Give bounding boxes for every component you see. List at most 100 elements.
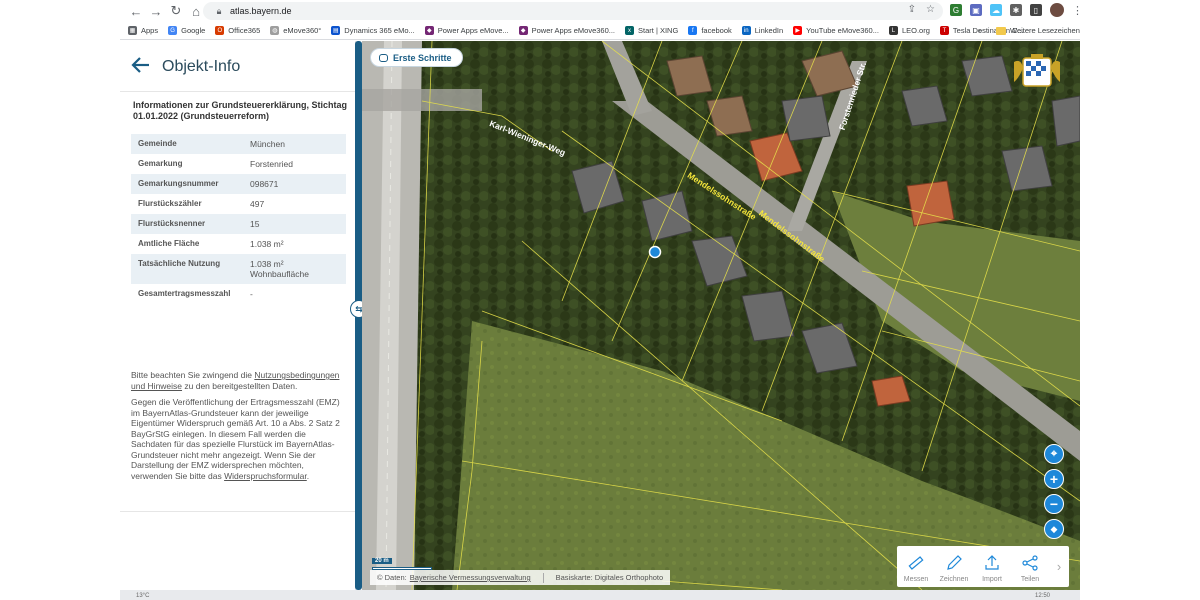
leo-icon: L	[888, 26, 898, 35]
bookmark-label: Start | XING	[638, 26, 679, 35]
draw-tool-label: Zeichnen	[939, 576, 969, 583]
reload-icon: ↻	[170, 3, 182, 18]
profile-avatar[interactable]	[1050, 3, 1064, 17]
attribution-link[interactable]: Bayerische Vermessungsverwaltung	[410, 573, 531, 582]
notice-text-part: .	[306, 470, 310, 481]
table-row: Gesamtertragsmesszahl -	[131, 284, 346, 304]
extension-icon[interactable]: ▣	[970, 4, 982, 16]
arrow-right-icon: →	[149, 3, 163, 19]
share-icon[interactable]: ⇪	[908, 4, 916, 15]
bookmark-label: eMove360°	[283, 26, 322, 35]
globe-icon: ◍	[270, 26, 280, 35]
other-bookmarks[interactable]: Weitere Lesezeichen	[996, 26, 1080, 35]
attribution-separator	[542, 572, 544, 583]
scale-bar: 20 m	[372, 558, 432, 570]
first-steps-button[interactable]: Erste Schritte	[370, 48, 463, 67]
bookmark-label: YouTube eMove360...	[806, 26, 879, 35]
weather-widget[interactable]: 13°C	[136, 593, 149, 599]
bavaria-coat-of-arms-icon	[1014, 54, 1060, 87]
bookmark-item[interactable]: ◆ Power Apps eMove...	[424, 26, 509, 35]
bookmark-item[interactable]: in LinkedIn	[741, 26, 784, 35]
puzzle-icon[interactable]: ✱	[1010, 4, 1022, 16]
sidebar-icon[interactable]: ▯	[1030, 4, 1042, 16]
table-row: Amtliche Fläche 1.038 m²	[131, 234, 346, 254]
menu-dots-icon[interactable]: ⋮	[1072, 4, 1080, 17]
panel-title: Objekt-Info	[162, 58, 241, 75]
property-value: München	[250, 139, 285, 149]
table-row: Tatsächliche Nutzung 1.038 m² Wohnbauflä…	[131, 254, 346, 284]
bookmark-label: Dynamics 365 eMo...	[344, 26, 415, 35]
property-value-line: 1.038 m²	[250, 259, 284, 269]
back-button[interactable]: ←	[126, 0, 146, 22]
import-tool[interactable]: Import	[973, 546, 1011, 587]
property-key: Tatsächliche Nutzung	[138, 259, 221, 268]
property-value: 098671	[250, 179, 279, 189]
property-key: Flurstückszähler	[138, 199, 202, 208]
extension-icon[interactable]: ☁	[990, 4, 1002, 16]
bookmark-item[interactable]: x Start | XING	[625, 26, 678, 35]
clock: 12:50	[1035, 593, 1051, 599]
notice-text-part: Gegen die Veröffentlichung der Ertragsme…	[131, 397, 340, 481]
pencil-icon	[947, 555, 962, 570]
bookmark-item[interactable]: G Google	[168, 26, 205, 35]
bookmark-item[interactable]: ▦ Apps	[128, 26, 158, 35]
bavaria-shape-icon: ◆	[1050, 523, 1058, 534]
folder-icon	[996, 26, 1006, 35]
map-view[interactable]: Erste Schritte Karl-Wieninger-Weg Mendel…	[362, 41, 1080, 590]
address-url: atlas.bayern.de	[230, 6, 292, 16]
notice-paragraph: Bitte beachten Sie zwingend die Nutzungs…	[131, 370, 344, 391]
zoom-in-button[interactable]: +	[1044, 469, 1064, 489]
bookmark-item[interactable]: L LEO.org	[888, 26, 930, 35]
bookmark-label: LinkedIn	[754, 26, 784, 35]
notice-text-part: zu den bereitgestellten Daten.	[182, 380, 298, 391]
import-tool-label: Import	[982, 576, 1002, 583]
table-row: Flurstückszähler 497	[131, 194, 346, 214]
locate-button[interactable]: ⌖	[1044, 444, 1064, 464]
bookmark-label: LEO.org	[901, 26, 930, 35]
toolbar-more-button[interactable]: ›	[1049, 546, 1069, 587]
browser-toolbar: ← → ↻ ⌂ 🔒︎ atlas.bayern.de ⇪ ☆ G ▣ ☁ ✱ ▯…	[120, 0, 1080, 22]
objection-form-link[interactable]: Widerspruchsformular	[224, 471, 307, 481]
property-value-line: Wohnbaufläche	[250, 269, 309, 279]
star-icon[interactable]: ☆	[926, 4, 935, 15]
google-icon: G	[168, 26, 178, 35]
draw-tool[interactable]: Zeichnen	[935, 546, 973, 587]
tesla-icon: T	[939, 26, 949, 35]
page-right-margin	[1080, 0, 1200, 600]
page-left-margin	[0, 0, 120, 600]
scale-label: 20 m	[372, 558, 392, 564]
arrow-left-icon: ←	[129, 3, 143, 19]
dynamics-icon: ▤	[331, 26, 341, 35]
basemap-attribution: Basiskarte: Digitales Orthophoto	[555, 573, 664, 582]
crosshair-icon: ⌖	[1050, 447, 1058, 460]
attribution-prefix: © Daten:	[377, 573, 407, 582]
bookmark-item[interactable]: ▶ YouTube eMove360...	[793, 26, 879, 35]
bookmarks-more-button[interactable]: »	[978, 26, 982, 35]
plus-icon: +	[1049, 471, 1059, 487]
forward-button[interactable]: →	[146, 0, 166, 22]
bookmark-item[interactable]: f facebook	[688, 26, 732, 35]
extension-icon[interactable]: G	[950, 4, 962, 16]
lock-icon: 🔒︎	[216, 5, 222, 16]
object-info-panel: Objekt-Info Informationen zur Grundsteue…	[120, 41, 356, 590]
xing-icon: x	[625, 26, 635, 35]
measure-tool[interactable]: Messen	[897, 546, 935, 587]
bookmark-item[interactable]: ▤ Dynamics 365 eMo...	[331, 26, 415, 35]
back-arrow-icon[interactable]	[130, 54, 152, 76]
notice-text-part: Bitte beachten Sie zwingend die	[131, 370, 255, 380]
info-heading: Informationen zur Grundsteuererklärung, …	[133, 100, 348, 121]
address-bar[interactable]: 🔒︎ atlas.bayern.de ⇪ ☆	[203, 2, 943, 20]
reload-button[interactable]: ↻	[166, 0, 186, 22]
bookmark-item[interactable]: ◆ Power Apps eMove360...	[518, 26, 615, 35]
bookmark-item[interactable]: O Office365	[215, 26, 260, 35]
property-value: 1.038 m² Wohnbaufläche	[250, 259, 346, 279]
bookmark-label: facebook	[701, 26, 732, 35]
basemap-button[interactable]: ◆	[1044, 519, 1064, 539]
map-toolbar: Messen Zeichnen Import Teilen ›	[897, 546, 1069, 587]
facebook-icon: f	[688, 26, 698, 35]
zoom-out-button[interactable]: −	[1044, 494, 1064, 514]
aerial-map-image	[362, 41, 1080, 590]
ruler-icon	[908, 556, 924, 570]
share-tool[interactable]: Teilen	[1011, 546, 1049, 587]
bookmark-item[interactable]: ◍ eMove360°	[270, 26, 321, 35]
